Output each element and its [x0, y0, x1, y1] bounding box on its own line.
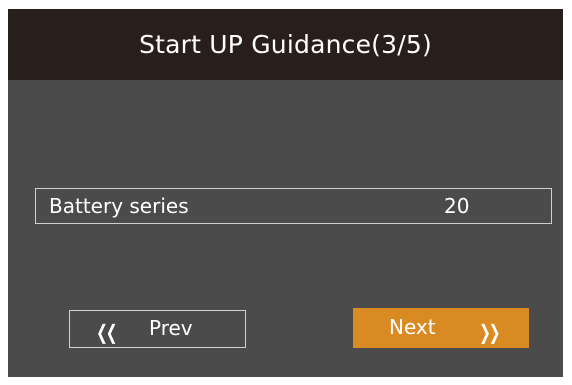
title-bar: Start UP Guidance(3/5): [8, 9, 563, 80]
next-button-label: Next: [389, 315, 436, 339]
double-chevron-right-icon: ❯❯: [479, 320, 500, 344]
prev-button-label: Prev: [149, 316, 193, 340]
page-title: Start UP Guidance(3/5): [139, 30, 432, 59]
next-button[interactable]: Next ❯❯: [353, 308, 529, 348]
battery-series-value[interactable]: 20: [444, 194, 469, 218]
battery-series-label: Battery series: [49, 194, 189, 218]
prev-button[interactable]: ❮❮ Prev: [69, 310, 246, 348]
guidance-screen: Start UP Guidance(3/5) Battery series 20…: [8, 9, 563, 377]
battery-series-field[interactable]: Battery series 20: [35, 188, 552, 224]
double-chevron-left-icon: ❮❮: [96, 320, 117, 344]
